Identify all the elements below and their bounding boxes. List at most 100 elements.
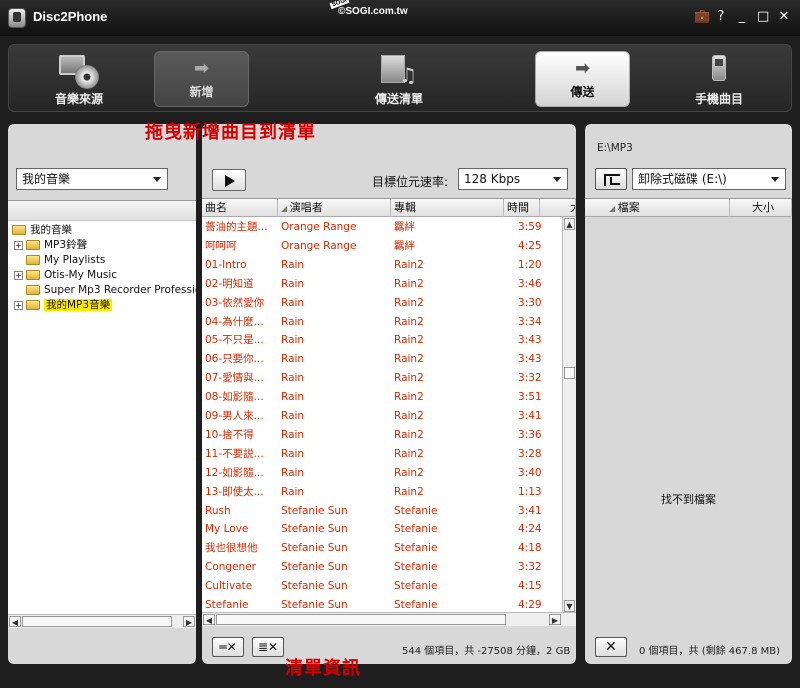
- play-button[interactable]: [212, 169, 246, 191]
- table-row[interactable]: 08-如影隨... Rain Rain2 3:51: [202, 388, 562, 407]
- scroll-down-icon[interactable]: ▼: [564, 600, 575, 612]
- col-title[interactable]: 曲名: [202, 199, 278, 217]
- table-row[interactable]: 13-即使太... Rain Rain2 1:13: [202, 483, 562, 502]
- track-title: 呵呵呵: [205, 239, 237, 252]
- tree-hscrollbar[interactable]: ◀ ▶: [8, 614, 196, 628]
- track-artist: Rain: [281, 485, 305, 498]
- track-artist: Rain: [281, 391, 305, 404]
- table-row[interactable]: 02-明知道 Rain Rain2 3:46: [202, 275, 562, 294]
- clear-list-button[interactable]: ≣✕: [252, 637, 284, 657]
- nav-phone-tracks[interactable]: 手機曲目: [669, 45, 769, 113]
- scroll-right-icon[interactable]: ▶: [183, 616, 195, 627]
- sort-icon: ◢: [609, 204, 618, 213]
- scroll-up-icon[interactable]: ▲: [564, 218, 575, 230]
- scroll-thumb[interactable]: [564, 367, 575, 379]
- maximize-icon[interactable]: □: [757, 10, 769, 24]
- table-row[interactable]: 01-Intro Rain Rain2 1:20: [202, 256, 562, 275]
- tree-node-selected[interactable]: + 我的MP3音樂: [14, 298, 113, 313]
- tree-node[interactable]: My Playlists: [26, 253, 105, 268]
- table-row[interactable]: 11-不要説... Rain Rain2 3:28: [202, 445, 562, 464]
- minimize-icon[interactable]: _: [736, 10, 748, 24]
- expand-icon[interactable]: +: [14, 300, 23, 310]
- tree-node[interactable]: + Otis-My Music: [14, 268, 117, 283]
- col-artist[interactable]: ◢ 演唱者: [278, 199, 391, 217]
- track-album: Rain2: [394, 277, 424, 290]
- arrow-right-icon: ➡: [574, 58, 591, 79]
- briefcase-icon[interactable]: 💼: [694, 10, 710, 24]
- col-album[interactable]: 專輯: [391, 199, 504, 217]
- table-row[interactable]: 10-捨不得 Rain Rain2 3:36: [202, 426, 562, 445]
- track-title: 02-明知道: [205, 277, 254, 290]
- table-row[interactable]: 05-不只是... Rain Rain2 3:43: [202, 331, 562, 350]
- track-artist: Stefanie Sun: [281, 523, 348, 536]
- track-time: 1:13: [518, 485, 542, 498]
- track-title: 10-捨不得: [205, 428, 254, 441]
- table-row[interactable]: 我也很想他 Stefanie Sun Stefanie 4:18: [202, 539, 562, 558]
- col-file[interactable]: ◢ 檔案: [585, 199, 730, 217]
- nav-send-button[interactable]: ➡ 傳送: [535, 51, 630, 107]
- track-artist: Rain: [281, 428, 305, 441]
- scroll-thumb[interactable]: [22, 616, 172, 627]
- track-time: 4:15: [518, 580, 542, 593]
- cd-computer-icon: [59, 55, 99, 89]
- table-row[interactable]: 薔油的主題... Orange Range 羈絆 3:59: [202, 218, 562, 237]
- delete-button[interactable]: ✕: [595, 637, 627, 657]
- help-icon[interactable]: ?: [715, 10, 727, 24]
- track-album: Rain2: [394, 447, 424, 460]
- track-artist: Orange Range: [281, 239, 357, 252]
- track-title: 01-Intro: [205, 258, 247, 271]
- nav-transfer-list[interactable]: ♫ 傳送清單: [344, 45, 454, 113]
- table-row[interactable]: 呵呵呵 Orange Range 羈絆 4:25: [202, 237, 562, 256]
- track-title: Cultivate: [205, 580, 253, 593]
- remove-selected-button[interactable]: ═✕: [212, 637, 244, 657]
- file-list-header: ◢ 檔案 大小: [585, 199, 792, 217]
- table-row[interactable]: Congener Stefanie Sun Stefanie 3:32: [202, 558, 562, 577]
- arrow-right-icon: ➡: [193, 58, 210, 79]
- track-title: Congener: [205, 561, 256, 574]
- table-row[interactable]: 09-男人來... Rain Rain2 3:41: [202, 407, 562, 426]
- folder-up-button[interactable]: [595, 168, 627, 190]
- col-size[interactable]: 大: [540, 199, 576, 217]
- nav-add-button[interactable]: ➡ 新增: [154, 51, 249, 107]
- source-dropdown[interactable]: 我的音樂: [16, 168, 168, 190]
- track-vscrollbar[interactable]: ▲ ▼: [562, 217, 576, 613]
- track-album: Rain2: [394, 466, 424, 479]
- tree-node[interactable]: Super Mp3 Recorder Professional: [26, 283, 196, 298]
- folder-icon: [26, 240, 40, 250]
- track-title: 06-只要你...: [205, 353, 264, 366]
- track-title: 05-不只是...: [205, 334, 264, 347]
- table-row[interactable]: 07-愛情與... Rain Rain2 3:32: [202, 369, 562, 388]
- table-row[interactable]: 04-為什麼... Rain Rain2 3:34: [202, 313, 562, 332]
- track-time: 3:34: [518, 315, 542, 328]
- scroll-right-icon[interactable]: ▶: [549, 614, 561, 625]
- nav-add-label: 新增: [189, 85, 214, 99]
- chevron-down-icon: [153, 177, 161, 182]
- table-row[interactable]: Rush Stefanie Sun Stefanie 3:41: [202, 502, 562, 521]
- table-row[interactable]: 03-依然愛你 Rain Rain2 3:30: [202, 294, 562, 313]
- drive-dropdown[interactable]: 卸除式磁碟 (E:\): [632, 168, 786, 190]
- table-row[interactable]: 12-如影隨... Rain Rain2 3:40: [202, 464, 562, 483]
- track-artist: Rain: [281, 353, 305, 366]
- expand-icon[interactable]: +: [14, 270, 23, 280]
- track-time: 3:41: [518, 410, 542, 422]
- transfer-list-panel: 目標位元速率: 128 Kbps 曲名 ◢ 演唱者 專輯 時間 大 薔油的主題.…: [202, 124, 576, 664]
- track-hscrollbar[interactable]: ◀ ▶: [202, 612, 576, 626]
- close-icon[interactable]: ✕: [778, 10, 790, 24]
- track-time: 1:20: [518, 258, 542, 271]
- track-list-header: 曲名 ◢ 演唱者 專輯 時間 大: [202, 199, 576, 217]
- table-row[interactable]: My Love Stefanie Sun Stefanie 4:24: [202, 520, 562, 539]
- col-file-size[interactable]: 大小: [730, 199, 792, 217]
- track-time: 3:36: [518, 428, 542, 441]
- scroll-thumb[interactable]: [216, 614, 506, 625]
- expand-icon[interactable]: +: [14, 240, 23, 250]
- table-row[interactable]: 06-只要你... Rain Rain2 3:43: [202, 350, 562, 369]
- tree-node[interactable]: + MP3鈴聲: [14, 238, 87, 253]
- bitrate-dropdown[interactable]: 128 Kbps: [458, 168, 568, 190]
- tree-node-root[interactable]: 我的音樂: [12, 223, 72, 238]
- nav-music-source[interactable]: 音樂來源: [29, 45, 129, 113]
- track-title: 薔油的主題...: [205, 221, 268, 233]
- scroll-left-icon[interactable]: ◀: [203, 614, 215, 625]
- scroll-left-icon[interactable]: ◀: [9, 616, 21, 627]
- col-time[interactable]: 時間: [504, 199, 540, 217]
- table-row[interactable]: Cultivate Stefanie Sun Stefanie 4:15: [202, 577, 562, 596]
